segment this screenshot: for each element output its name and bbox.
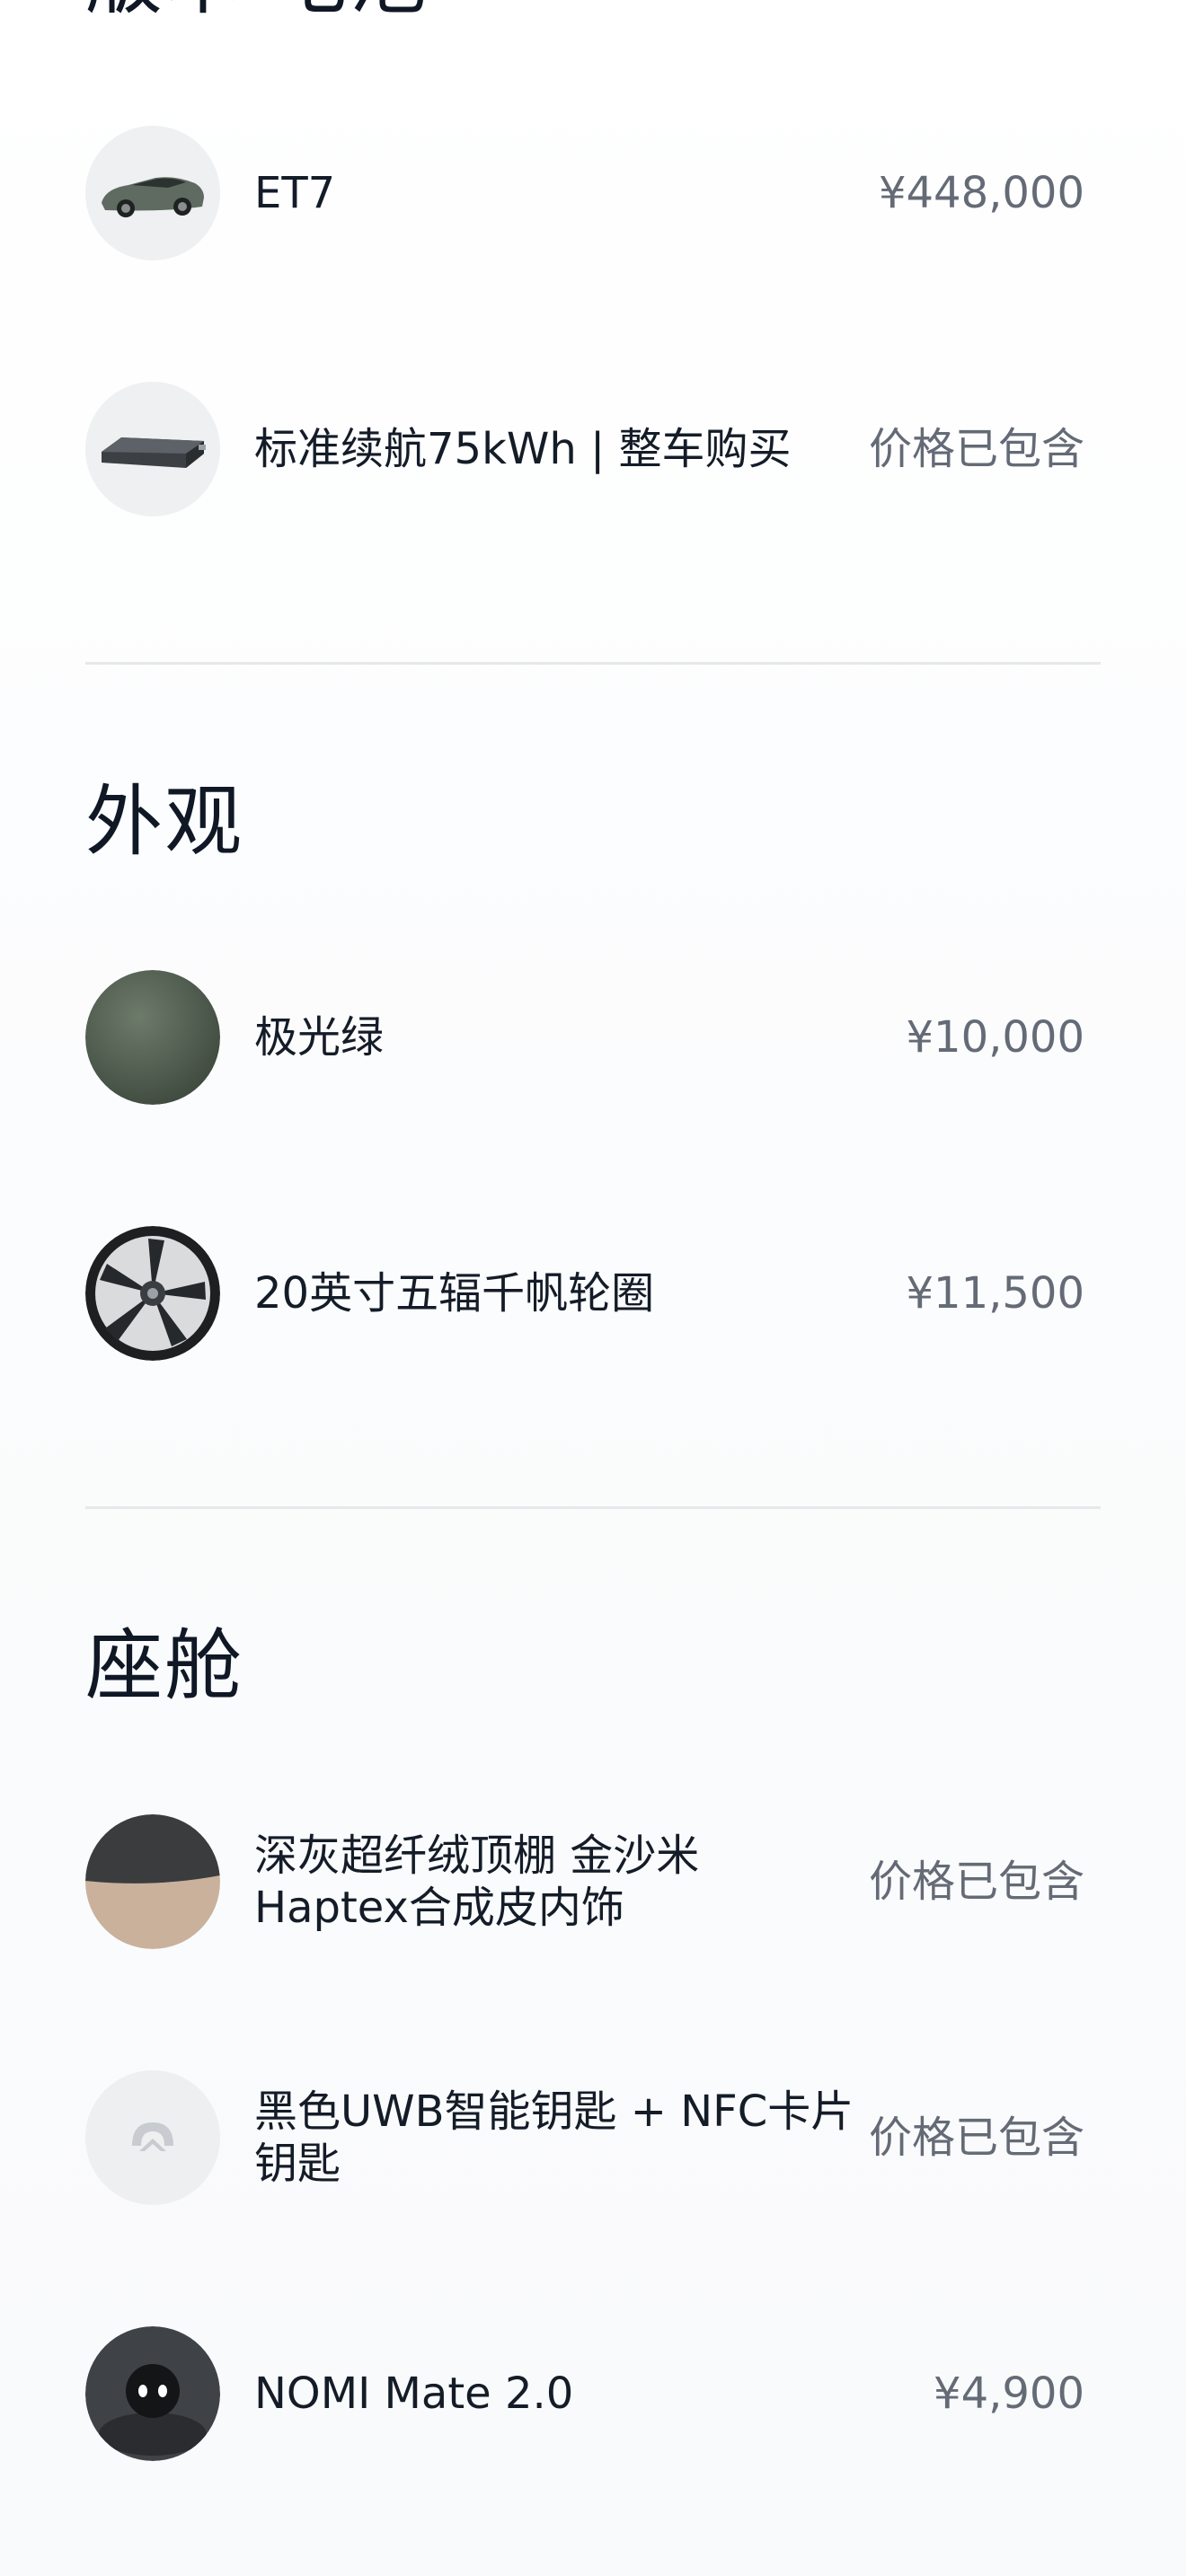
green-color-swatch-icon — [85, 970, 220, 1105]
list-item-wheel[interactable]: 20英寸五辐千帆轮圈 ¥11,500 — [85, 1226, 1084, 1361]
nio-key-icon — [85, 2070, 220, 2205]
list-item-key[interactable]: 黑色UWB智能钥匙 + NFC卡片钥匙 价格已包含 — [85, 2070, 1084, 2205]
order-summary-page: 版本·电池 ET7 ¥448,000 — [0, 0, 1186, 2576]
section-divider — [85, 662, 1101, 665]
nomi-thumbnail-icon — [85, 2326, 220, 2461]
item-name: 20英寸五辐千帆轮圈 — [254, 1268, 655, 1319]
item-name: 深灰超纤绒顶棚 金沙米 Haptex合成皮内饰 — [254, 1831, 700, 1933]
wheel-thumbnail-icon — [85, 1226, 220, 1361]
list-item-exterior-color[interactable]: 极光绿 ¥10,000 — [85, 970, 1084, 1105]
item-price: 价格已包含 — [868, 1857, 1084, 1907]
item-name: ET7 — [254, 168, 336, 218]
item-name: 黑色UWB智能钥匙 + NFC卡片钥匙 — [254, 2086, 854, 2189]
item-price: 价格已包含 — [868, 424, 1084, 474]
section-title-cockpit: 座舱 — [85, 1621, 243, 1711]
item-name: 标准续航75kWh | 整车购买 — [254, 424, 792, 474]
section-divider — [85, 1506, 1101, 1509]
list-item-et7[interactable]: ET7 ¥448,000 — [85, 126, 1084, 260]
item-price: ¥10,000 — [906, 1012, 1085, 1063]
item-price: ¥11,500 — [906, 1268, 1085, 1319]
item-price: ¥4,900 — [934, 2369, 1084, 2419]
list-item-nomi-mate[interactable]: NOMI Mate 2.0 ¥4,900 — [85, 2326, 1084, 2461]
item-price: ¥448,000 — [878, 168, 1084, 218]
list-item-battery[interactable]: 标准续航75kWh | 整车购买 价格已包含 — [85, 382, 1084, 516]
section-title-exterior: 外观 — [85, 777, 243, 867]
item-price: 价格已包含 — [868, 2113, 1084, 2163]
car-thumbnail-icon — [85, 126, 220, 260]
item-name: 极光绿 — [254, 1012, 385, 1063]
interior-swatch-icon — [85, 1814, 220, 1949]
item-name: NOMI Mate 2.0 — [254, 2369, 574, 2419]
battery-thumbnail-icon — [85, 382, 220, 516]
section-title-version-battery: 版本·电池 — [85, 0, 428, 25]
list-item-interior[interactable]: 深灰超纤绒顶棚 金沙米 Haptex合成皮内饰 价格已包含 — [85, 1814, 1084, 1949]
